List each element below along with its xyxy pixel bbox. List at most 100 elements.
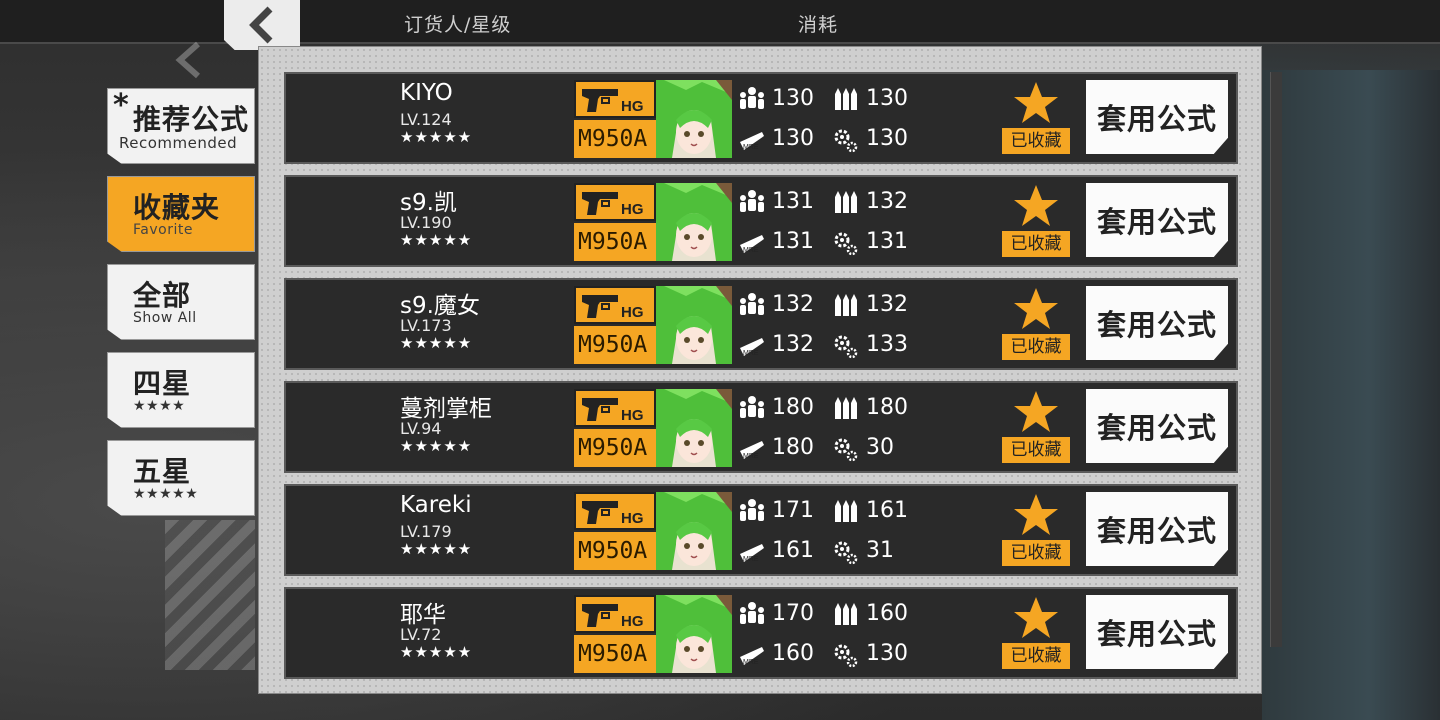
tdoll-card[interactable]: HG M950A [574,492,732,570]
handgun-icon: HG [582,398,644,424]
tdoll-name: M950A [574,429,658,467]
manpower-icon [740,396,764,418]
commissioner-stars: ★★★★★ [400,231,473,249]
tdoll-portrait [656,595,732,673]
manpower-value: 131 [772,189,814,214]
parts-icon [834,541,858,565]
commissioner-level: LV.94 [400,419,442,438]
commissioner-name: s9.凯 [400,190,457,216]
favorite-toggle[interactable]: 已收藏 [1002,389,1070,465]
commissioner-name: Kareki [400,492,472,518]
tdoll-card[interactable]: HG M950A [574,286,732,364]
rations-icon: MRE [740,235,764,254]
star-icon [1014,494,1058,535]
formula-row: Kareki LV.179 ★★★★★ HG M950A 171 161 MRE… [284,484,1238,576]
tdoll-card[interactable]: HG M950A [574,595,732,673]
panel-scrollbar-track[interactable] [1270,72,1282,647]
handgun-icon: HG [582,604,644,630]
sidebar-item-label: 五星 [133,455,192,488]
commissioner-stars: ★★★★★ [400,643,473,661]
column-header-cost: 消耗 [798,14,839,36]
gun-class-badge: HG [574,492,656,530]
tdoll-card[interactable]: HG M950A [574,389,732,467]
sidebar-item-label: 全部 [133,279,192,312]
manpower-value: 170 [772,601,814,626]
rations-icon: MRE [740,338,764,357]
sidebar-item-sublabel: ★★★★★ [133,486,199,502]
chevron-left-icon [249,6,273,44]
gun-class-badge: HG [574,595,656,633]
commissioner-name: s9.魔女 [400,293,480,319]
asterisk-mark: * [113,88,129,123]
sidebar-item-five-star[interactable]: 五星 ★★★★★ [107,440,255,516]
svg-text:MRE: MRE [743,350,759,357]
handgun-icon: HG [582,295,644,321]
ammo-value: 180 [866,395,908,420]
top-bar: 订货人/星级 消耗 [0,0,1440,44]
favorite-label: 已收藏 [1002,231,1070,257]
sidebar-item-sublabel: Favorite [133,222,193,238]
gun-class-badge: HG [574,389,656,427]
manpower-value: 180 [772,395,814,420]
apply-formula-button[interactable]: 套用公式 [1086,389,1228,463]
column-header-commissioner: 订货人/星级 [404,14,512,36]
parts-icon [834,438,858,462]
manpower-icon [740,499,764,521]
tdoll-card[interactable]: HG M950A [574,80,732,158]
tdoll-portrait [656,80,732,158]
formula-row: 蔓剂掌柜 LV.94 ★★★★★ HG M950A 180 180 MRE 18… [284,381,1238,473]
handgun-icon: HG [582,192,644,218]
sidebar-item-show-all[interactable]: 全部 Show All [107,264,255,340]
tdoll-card[interactable]: HG M950A [574,183,732,261]
favorite-toggle[interactable]: 已收藏 [1002,492,1070,568]
favorite-label: 已收藏 [1002,643,1070,669]
star-icon [1014,391,1058,432]
sidebar-item-sublabel: Show All [133,310,197,326]
rations-value: 130 [772,126,814,151]
rations-icon: MRE [740,647,764,666]
parts-value: 31 [866,538,894,563]
parts-icon [834,232,858,256]
apply-formula-button[interactable]: 套用公式 [1086,492,1228,566]
back-button[interactable] [224,0,300,50]
apply-formula-button[interactable]: 套用公式 [1086,286,1228,360]
parts-value: 30 [866,435,894,460]
apply-formula-button[interactable]: 套用公式 [1086,595,1228,669]
parts-value: 130 [866,641,908,666]
tdoll-portrait [656,389,732,467]
gun-class-label: HG [621,201,644,218]
parts-icon [834,644,858,668]
rations-value: 180 [772,435,814,460]
manpower-icon [740,190,764,212]
handgun-icon: HG [582,89,644,115]
favorite-label: 已收藏 [1002,437,1070,463]
sidebar-item-sublabel: Recommended [119,134,238,152]
star-icon [1014,82,1058,123]
ammo-icon [835,191,857,213]
ammo-value: 132 [866,189,908,214]
apply-formula-button[interactable]: 套用公式 [1086,183,1228,257]
sidebar-item-recommended[interactable]: * 推荐公式 Recommended [107,88,255,164]
gun-class-label: HG [621,613,644,630]
apply-formula-button[interactable]: 套用公式 [1086,80,1228,154]
ammo-value: 161 [866,498,908,523]
sidebar-item-favorite[interactable]: 收藏夹 Favorite [107,176,255,252]
favorite-toggle[interactable]: 已收藏 [1002,80,1070,156]
sidebar-item-label: 四星 [133,367,192,400]
commissioner-level: LV.173 [400,316,452,335]
commissioner-stars: ★★★★★ [400,128,473,146]
rations-value: 131 [772,229,814,254]
parts-value: 130 [866,126,908,151]
sidebar-item-four-star[interactable]: 四星 ★★★★ [107,352,255,428]
manpower-value: 132 [772,292,814,317]
favorite-toggle[interactable]: 已收藏 [1002,183,1070,259]
commissioner-stars: ★★★★★ [400,540,473,558]
gun-class-label: HG [621,510,644,527]
ammo-value: 160 [866,601,908,626]
favorite-toggle[interactable]: 已收藏 [1002,595,1070,671]
sidebar-item-label: 推荐公式 [133,103,250,136]
favorite-toggle[interactable]: 已收藏 [1002,286,1070,362]
manpower-value: 171 [772,498,814,523]
commissioner-stars: ★★★★★ [400,334,473,352]
background-stripes [165,520,255,670]
